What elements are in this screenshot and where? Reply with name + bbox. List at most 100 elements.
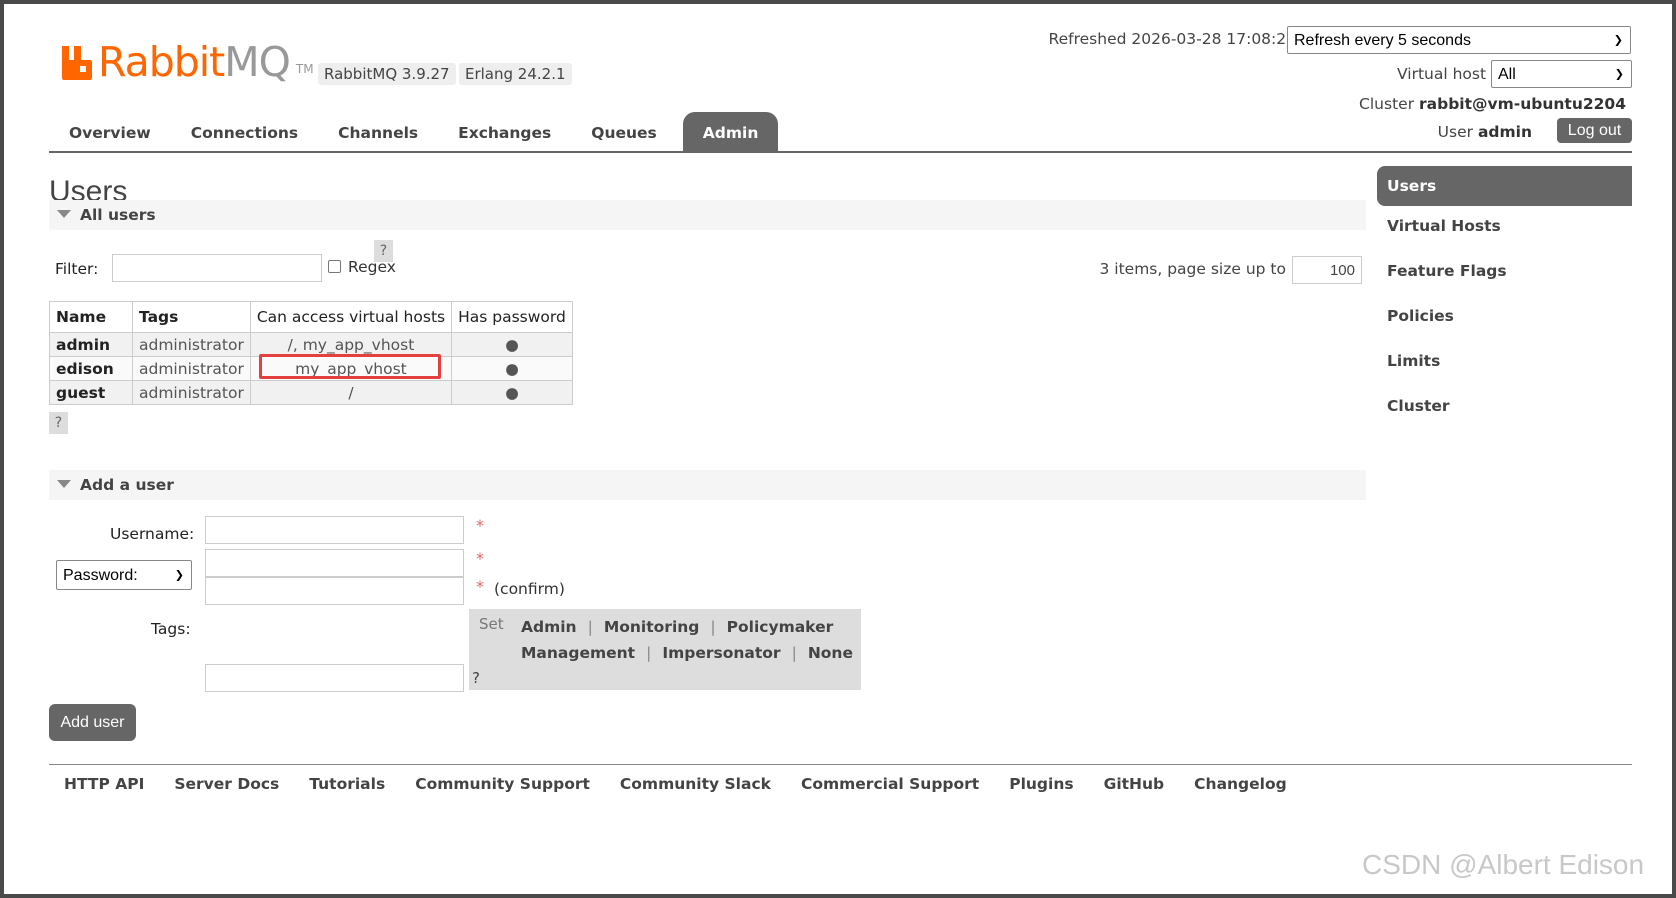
watermark-text: CSDN @Albert Edison bbox=[1362, 849, 1645, 880]
has-password-dot: ● bbox=[451, 356, 573, 381]
tag-preset-impersonator[interactable]: Impersonator bbox=[662, 644, 780, 662]
required-mark: * bbox=[476, 577, 484, 596]
tab-channels[interactable]: Channels bbox=[318, 112, 438, 152]
column-header-name[interactable]: Name bbox=[49, 301, 133, 333]
add-user-button[interactable]: Add user bbox=[49, 704, 136, 741]
refresh-interval-dropdown[interactable]: Refresh every 5 seconds bbox=[1287, 26, 1631, 54]
tag-preset-admin[interactable]: Admin bbox=[521, 618, 577, 636]
tab-connections[interactable]: Connections bbox=[171, 112, 318, 152]
sidenav-item-users[interactable]: Users bbox=[1377, 166, 1632, 206]
tab-exchanges[interactable]: Exchanges bbox=[438, 112, 571, 152]
footer-link-plugins[interactable]: Plugins bbox=[1009, 775, 1073, 793]
table-row: admin administrator /, my_app_vhost ● bbox=[49, 332, 573, 357]
tag-separator: | bbox=[587, 618, 593, 636]
required-mark: * bbox=[476, 549, 484, 568]
users-table: Name Tags Can access virtual hosts Has p… bbox=[49, 301, 573, 405]
username-input[interactable] bbox=[205, 516, 464, 544]
tags-input[interactable] bbox=[205, 664, 464, 692]
virtual-host-select[interactable]: All ❯ bbox=[1491, 60, 1632, 88]
tags-help-button[interactable]: ? bbox=[472, 669, 480, 687]
collapse-triangle-icon bbox=[57, 480, 71, 488]
user-tags-cell: administrator bbox=[132, 332, 251, 357]
footer-link-tutorials[interactable]: Tutorials bbox=[309, 775, 385, 793]
sidenav-item-virtual-hosts[interactable]: Virtual Hosts bbox=[1377, 206, 1632, 251]
set-tags-label: Set bbox=[479, 615, 504, 633]
logo-wordmark: RabbitMQ bbox=[98, 38, 291, 86]
password-mode-select[interactable]: Password: ❯ bbox=[56, 560, 192, 590]
tag-preset-policymaker[interactable]: Policymaker bbox=[727, 618, 834, 636]
tag-presets-row: Admin | Monitoring | Policymaker bbox=[521, 618, 833, 636]
password-input[interactable] bbox=[205, 549, 464, 577]
filter-help-button[interactable]: ? bbox=[374, 240, 393, 262]
user-vhosts-cell: / bbox=[249, 380, 453, 405]
user-name-link[interactable]: guest bbox=[49, 380, 133, 405]
current-user-info: User admin bbox=[1438, 123, 1532, 141]
tags-label: Tags: bbox=[151, 620, 191, 638]
current-user-name: admin bbox=[1477, 123, 1532, 141]
virtual-host-label: Virtual host bbox=[1397, 65, 1487, 83]
sidenav-item-limits[interactable]: Limits bbox=[1377, 341, 1632, 386]
required-mark: * bbox=[476, 516, 484, 535]
logout-button[interactable]: Log out bbox=[1557, 118, 1632, 143]
add-user-heading: Add a user bbox=[80, 476, 174, 494]
user-tags-cell: administrator bbox=[132, 380, 251, 405]
tag-separator: | bbox=[791, 644, 797, 662]
user-vhosts-cell: /, my_app_vhost bbox=[249, 332, 453, 357]
filter-input[interactable] bbox=[112, 254, 322, 282]
main-tabs: Overview Connections Channels Exchanges … bbox=[49, 112, 779, 152]
admin-side-nav: Users Virtual Hosts Feature Flags Polici… bbox=[1377, 166, 1632, 431]
cluster-info: Cluster rabbit@vm-ubuntu2204 bbox=[1359, 95, 1626, 113]
footer-link-commercial-support[interactable]: Commercial Support bbox=[801, 775, 979, 793]
sidenav-item-cluster[interactable]: Cluster bbox=[1377, 386, 1632, 431]
password-confirm-input[interactable] bbox=[205, 577, 464, 605]
tag-preset-none[interactable]: None bbox=[808, 644, 853, 662]
has-password-dot: ● bbox=[451, 380, 573, 405]
add-user-section-toggle[interactable]: Add a user bbox=[49, 470, 1366, 500]
username-label: Username: bbox=[110, 525, 195, 543]
footer-link-community-slack[interactable]: Community Slack bbox=[620, 775, 771, 793]
page-size-input[interactable] bbox=[1292, 256, 1362, 284]
sidenav-item-feature-flags[interactable]: Feature Flags bbox=[1377, 251, 1632, 296]
footer-link-changelog[interactable]: Changelog bbox=[1194, 775, 1287, 793]
user-name-link[interactable]: edison bbox=[49, 356, 133, 381]
tag-presets-row: Management | Impersonator | None bbox=[521, 644, 853, 662]
rabbitmq-logo[interactable]: RabbitMQ TM bbox=[60, 40, 314, 84]
tab-divider bbox=[49, 151, 1632, 153]
tag-preset-monitoring[interactable]: Monitoring bbox=[604, 618, 700, 636]
cluster-label: Cluster bbox=[1359, 95, 1415, 113]
erlang-version-badge: Erlang 24.2.1 bbox=[459, 63, 572, 85]
refreshed-timestamp: Refreshed 2026-03-28 17:08:27 bbox=[1048, 30, 1296, 48]
column-header-has-password: Has password bbox=[451, 301, 573, 333]
virtual-host-dropdown[interactable]: All bbox=[1491, 60, 1632, 88]
tab-admin[interactable]: Admin bbox=[682, 112, 779, 152]
filter-label: Filter: bbox=[55, 260, 99, 278]
footer-link-http-api[interactable]: HTTP API bbox=[64, 775, 144, 793]
column-header-tags[interactable]: Tags bbox=[132, 301, 251, 333]
table-help-button[interactable]: ? bbox=[49, 412, 68, 434]
all-users-heading: All users bbox=[80, 206, 156, 224]
regex-checkbox[interactable] bbox=[328, 260, 341, 273]
table-header-row: Name Tags Can access virtual hosts Has p… bbox=[49, 301, 573, 333]
user-tags-cell: administrator bbox=[132, 356, 251, 381]
footer-link-github[interactable]: GitHub bbox=[1104, 775, 1165, 793]
tag-separator: | bbox=[710, 618, 716, 636]
all-users-section-toggle[interactable]: All users bbox=[49, 200, 1366, 230]
refresh-interval-select[interactable]: Refresh every 5 seconds ❯ bbox=[1287, 26, 1631, 54]
has-password-dot: ● bbox=[451, 332, 573, 357]
table-row: guest administrator / ● bbox=[49, 380, 573, 405]
password-mode-dropdown[interactable]: Password: bbox=[56, 560, 192, 590]
collapse-triangle-icon bbox=[57, 210, 71, 218]
sidenav-item-policies[interactable]: Policies bbox=[1377, 296, 1632, 341]
tag-preset-management[interactable]: Management bbox=[521, 644, 635, 662]
tab-overview[interactable]: Overview bbox=[49, 112, 171, 152]
logo-rabbit-text: Rabbit bbox=[98, 38, 225, 86]
tab-queues[interactable]: Queues bbox=[571, 112, 677, 152]
rabbitmq-version-badge: RabbitMQ 3.9.27 bbox=[318, 63, 456, 85]
footer-link-community-support[interactable]: Community Support bbox=[415, 775, 590, 793]
logo-trademark: TM bbox=[295, 62, 314, 76]
column-header-vhosts: Can access virtual hosts bbox=[249, 301, 453, 333]
annotation-highlight-box bbox=[259, 354, 441, 379]
user-name-link[interactable]: admin bbox=[49, 332, 133, 357]
tag-presets-panel: Set Admin | Monitoring | Policymaker Managem… bbox=[469, 609, 861, 690]
footer-link-server-docs[interactable]: Server Docs bbox=[174, 775, 279, 793]
